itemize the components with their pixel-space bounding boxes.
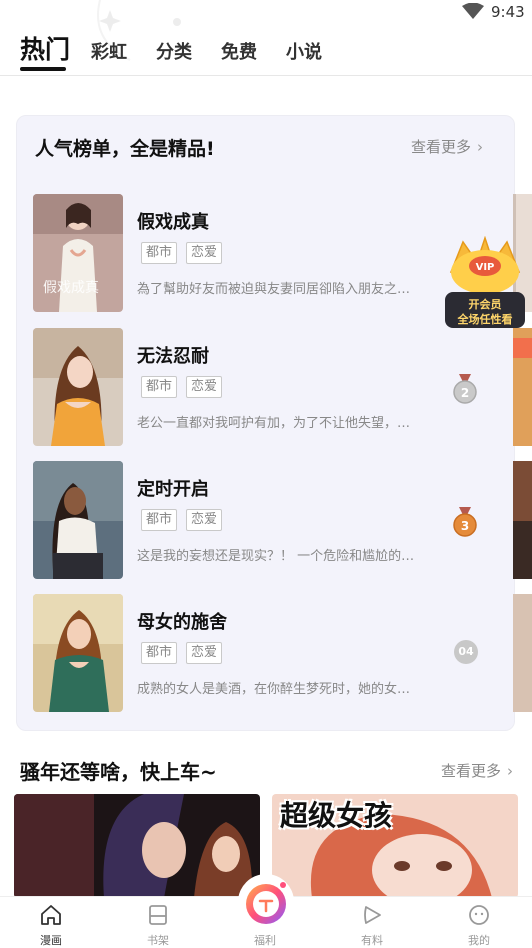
nav-profile[interactable]: 我的	[449, 897, 509, 947]
comic-tag: 都市	[141, 376, 178, 398]
comic-cover[interactable]	[33, 594, 123, 712]
tab-category[interactable]: 分类	[156, 38, 192, 64]
comic-title: 定时开启	[137, 479, 209, 500]
cover-logo-text: 假戏成真	[43, 280, 99, 296]
comic-description: 这是我的妄想还是现实？！ 一个危险和尴尬的…	[137, 549, 415, 564]
comic-tag: 都市	[141, 642, 178, 664]
category-tabs: 热门 彩虹 分类 免费 小说	[0, 26, 532, 76]
nav-comics[interactable]: 漫画	[21, 897, 81, 947]
nav-feed[interactable]: 有料	[342, 897, 402, 947]
tab-free[interactable]: 免费	[221, 38, 257, 64]
ranking-item[interactable]: 假戏成真 假戏成真 都市 恋爱 為了幫助好友而被迫與友妻同居卻陷入朋友之…	[33, 194, 503, 312]
more-label: 查看更多	[441, 762, 502, 780]
tab-novel[interactable]: 小说	[286, 38, 322, 64]
nav-bookshelf[interactable]: 书架	[128, 897, 188, 947]
comic-tag: 恋爱	[186, 376, 223, 398]
comic-description: 老公一直都对我呵护有加，为了不让他失望，…	[137, 416, 411, 431]
comic-title: 假戏成真	[137, 212, 209, 233]
section-more-link[interactable]: 查看更多 ›	[441, 760, 513, 781]
recommend-banner-left[interactable]	[14, 794, 260, 898]
more-label: 查看更多	[411, 138, 472, 156]
ranking-item[interactable]: 定时开启 都市 恋爱 这是我的妄想还是现实？！ 一个危险和尴尬的… 3	[33, 461, 503, 579]
banner-title: 超级女孩	[280, 799, 393, 832]
active-tab-indicator	[20, 67, 66, 71]
comic-tag: 恋爱	[186, 642, 223, 664]
ranking-item[interactable]: 母女的施舍 都市 恋爱 成熟的女人是美酒，在你醉生梦死时，她的女… 04	[33, 594, 503, 712]
silver-medal-icon: 2	[453, 374, 477, 404]
status-time: 9:43	[491, 3, 525, 21]
tab-rainbow[interactable]: 彩虹	[91, 38, 127, 64]
bookshelf-icon	[149, 905, 167, 925]
vip-line2: 全场任性看	[457, 313, 513, 326]
vip-promo-badge[interactable]: VIP 开会员 全场任性看	[443, 235, 527, 330]
ranking-more-link[interactable]: 查看更多 ›	[411, 136, 483, 157]
chevron-right-icon: ›	[477, 138, 484, 156]
home-icon	[41, 905, 61, 925]
profile-icon	[469, 905, 489, 925]
medal-rank: 2	[461, 386, 469, 400]
comic-cover[interactable]	[33, 328, 123, 446]
comic-description: 為了幫助好友而被迫與友妻同居卻陷入朋友之…	[137, 282, 411, 297]
vip-line1: 开会员	[468, 298, 502, 311]
next-page-cover-peek	[513, 328, 532, 446]
bronze-medal-icon: 3	[453, 507, 477, 537]
comic-tag: 恋爱	[186, 242, 223, 264]
vip-crown-label: VIP	[476, 262, 495, 273]
comic-cover[interactable]	[33, 461, 123, 579]
ranking-title: 人气榜单，全是精品!	[35, 138, 215, 160]
ranking-item[interactable]: 无法忍耐 都市 恋爱 老公一直都对我呵护有加，为了不让他失望，… 2	[33, 328, 503, 446]
chevron-right-icon: ›	[507, 762, 514, 780]
rank-number-badge: 04	[454, 640, 478, 664]
comic-title: 母女的施舍	[137, 612, 227, 633]
medal-rank: 3	[461, 519, 469, 533]
comic-tag: 都市	[141, 509, 178, 531]
ranking-card: 人气榜单，全是精品! 查看更多 › 假戏成真 假戏成真 都市 恋爱 為了幫助好友而…	[16, 115, 532, 731]
comic-tag: 恋爱	[186, 509, 223, 531]
comic-title: 无法忍耐	[137, 346, 209, 367]
comic-cover[interactable]: 假戏成真	[33, 194, 123, 312]
wifi-icon	[462, 3, 484, 19]
next-page-cover-peek	[513, 594, 532, 712]
section-title: 骚年还等啥，快上车~	[20, 760, 217, 784]
gift-icon	[246, 882, 286, 924]
comic-description: 成熟的女人是美酒，在你醉生梦死时，她的女…	[137, 682, 411, 697]
welfare-fab[interactable]	[238, 874, 294, 930]
comic-tag: 都市	[141, 242, 178, 264]
next-page-cover-peek	[513, 461, 532, 579]
recommend-banner-right[interactable]: 超级女孩	[272, 794, 518, 898]
play-icon	[364, 906, 381, 924]
tab-hot[interactable]: 热门	[20, 30, 70, 66]
